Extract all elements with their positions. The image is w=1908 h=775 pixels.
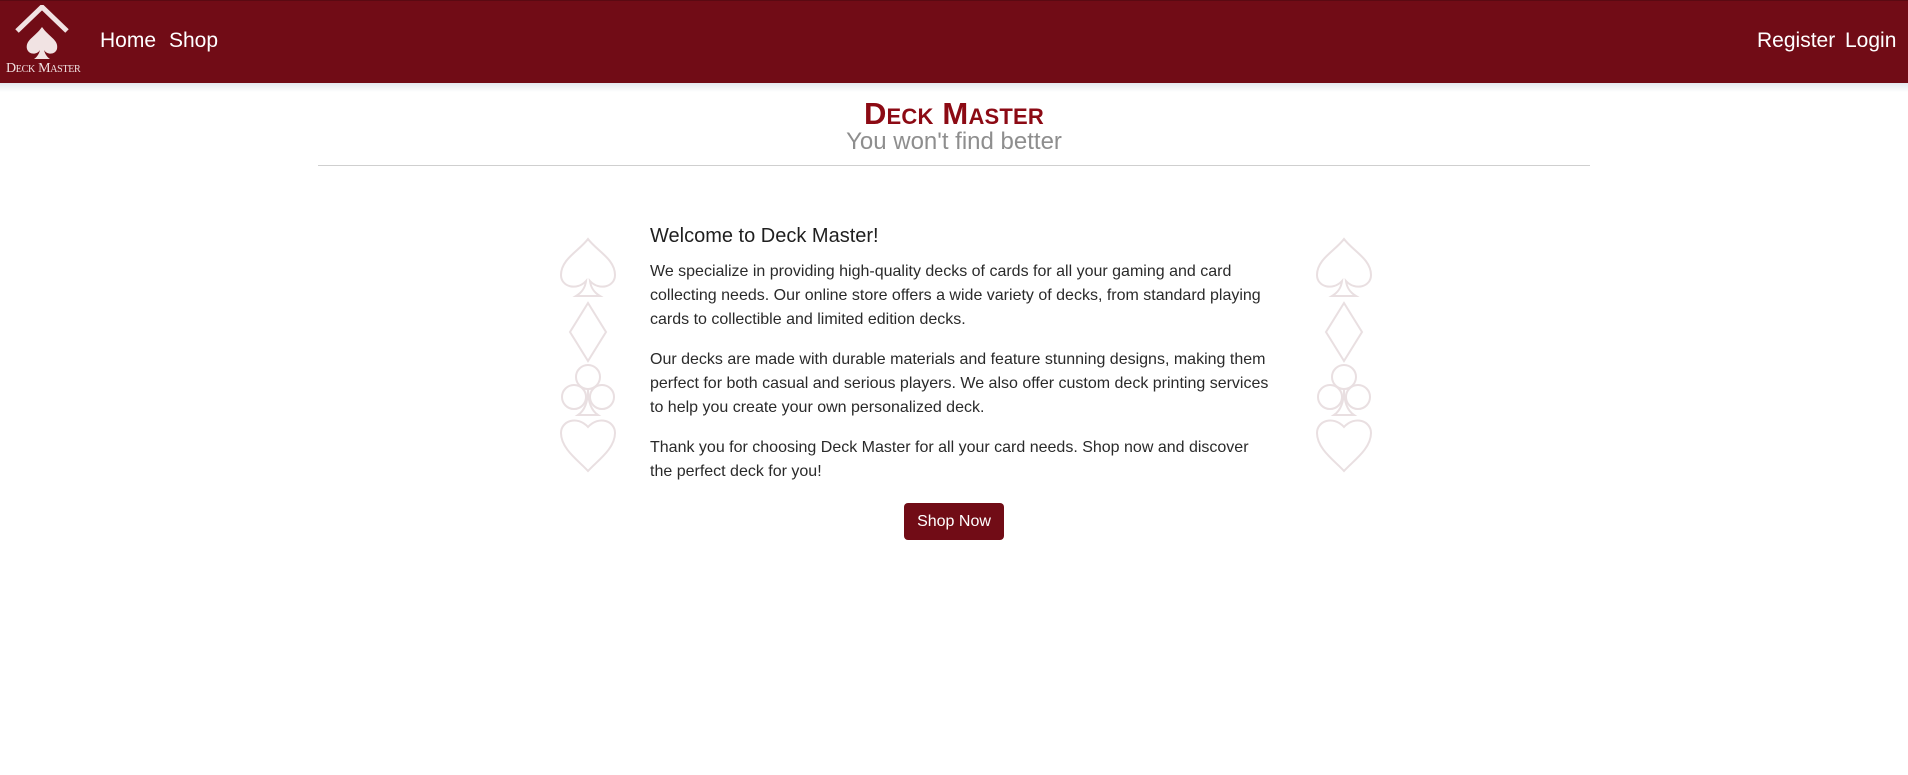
heart-icon — [1315, 419, 1373, 473]
page-title: Deck Master — [863, 96, 1045, 131]
heart-icon — [559, 419, 617, 473]
diamond-icon — [1324, 301, 1364, 363]
brand-logo[interactable]: Deck Master — [3, 5, 81, 79]
navbar: Deck Master Home Shop Register Login — [0, 0, 1908, 83]
shop-now-button[interactable]: Shop Now — [904, 503, 1004, 540]
header-divider — [318, 165, 1590, 166]
suit-decoration-right — [1313, 235, 1375, 475]
page-subtitle: You won't find better — [846, 128, 1062, 155]
welcome-paragraph: Our decks are made with durable material… — [650, 351, 1269, 416]
spade-icon — [1315, 237, 1373, 297]
welcome-section: Welcome to Deck Master! We specialize in… — [650, 222, 1270, 500]
navbar-shadow — [0, 83, 1908, 92]
nav-home-link[interactable]: Home — [100, 29, 156, 53]
nav-login-link[interactable]: Login — [1845, 29, 1896, 53]
club-icon — [1317, 364, 1371, 416]
brand-text: Deck Master — [6, 61, 81, 76]
spade-logo-icon — [15, 5, 69, 59]
welcome-heading: Welcome to Deck Master! — [650, 225, 879, 247]
club-icon — [561, 364, 615, 416]
welcome-paragraph: We specialize in providing high-quality … — [650, 263, 1261, 328]
nav-register-link[interactable]: Register — [1757, 29, 1835, 53]
diamond-icon — [568, 301, 608, 363]
spade-icon — [559, 237, 617, 297]
nav-shop-link[interactable]: Shop — [169, 29, 218, 53]
welcome-paragraph: Thank you for choosing Deck Master for a… — [650, 439, 1249, 480]
suit-decoration-left — [557, 235, 619, 475]
